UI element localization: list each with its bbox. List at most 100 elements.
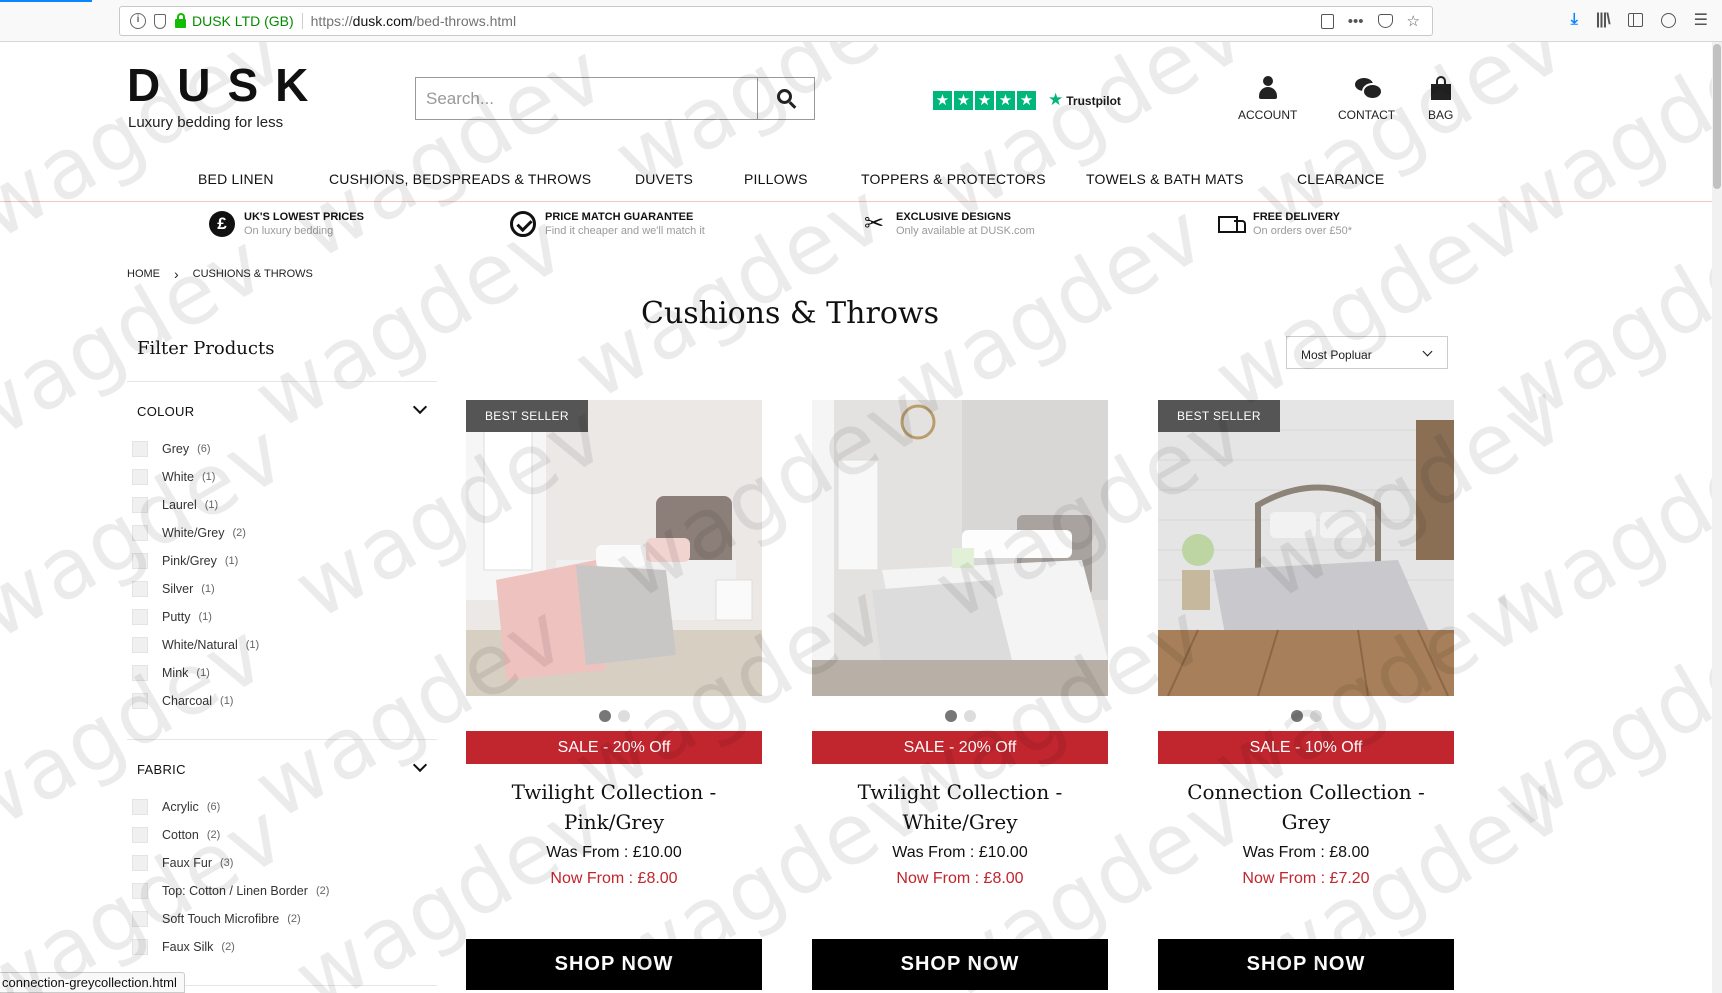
- product-name[interactable]: Connection Collection - Grey: [1158, 777, 1454, 837]
- filter-option-mink[interactable]: Mink (1): [132, 659, 259, 687]
- menu-icon[interactable]: ☰: [1694, 10, 1708, 30]
- shop-now-button[interactable]: SHOP NOW: [812, 939, 1108, 990]
- checkbox[interactable]: [132, 911, 148, 927]
- filter-option-cotton-linen-border[interactable]: Top: Cotton / Linen Border (2): [132, 877, 329, 905]
- user-icon: [1257, 76, 1279, 100]
- option-count: (1): [220, 695, 234, 707]
- checkbox[interactable]: [132, 525, 148, 541]
- nav-towels-bath-mats[interactable]: TOWELS & BATH MATS: [1086, 171, 1244, 187]
- dusk-logo[interactable]: DUSK: [127, 62, 325, 108]
- filter-option-cotton[interactable]: Cotton (2): [132, 821, 329, 849]
- shop-now-button[interactable]: SHOP NOW: [1158, 939, 1454, 990]
- checkbox[interactable]: [132, 441, 148, 457]
- usp-title: FREE DELIVERY: [1253, 211, 1340, 223]
- checkbox[interactable]: [132, 469, 148, 485]
- carousel-dot[interactable]: [1309, 710, 1322, 722]
- option-label: Pink/Grey: [162, 554, 217, 568]
- product-image[interactable]: BEST SELLER: [466, 400, 762, 696]
- tagline: Luxury bedding for less: [128, 114, 284, 131]
- filter-option-soft-touch-microfibre[interactable]: Soft Touch Microfibre (2): [132, 905, 329, 933]
- reader-view-icon[interactable]: [1320, 13, 1334, 29]
- nav-duvets[interactable]: DUVETS: [635, 171, 693, 187]
- usp-title: UK'S LOWEST PRICES: [244, 211, 364, 223]
- browser-toolbar: i DUSK LTD (GB) https://dusk.com/bed-thr…: [0, 0, 1722, 42]
- filter-option-pink-grey[interactable]: Pink/Grey (1): [132, 547, 259, 575]
- product-image[interactable]: [812, 400, 1108, 696]
- checkbox[interactable]: [132, 497, 148, 513]
- url-text[interactable]: https://dusk.com/bed-throws.html: [311, 13, 1321, 29]
- checkbox[interactable]: [132, 827, 148, 843]
- filter-option-white-natural[interactable]: White/Natural (1): [132, 631, 259, 659]
- shop-now-button[interactable]: SHOP NOW: [466, 939, 762, 990]
- product-image[interactable]: BEST SELLER: [1158, 400, 1454, 696]
- filter-option-charcoal[interactable]: Charcoal (1): [132, 687, 259, 715]
- nav-pillows[interactable]: PILLOWS: [744, 171, 808, 187]
- search-input[interactable]: [416, 78, 757, 119]
- option-label: Top: Cotton / Linen Border: [162, 884, 308, 898]
- best-seller-badge: BEST SELLER: [466, 400, 588, 432]
- carousel-dot[interactable]: [1290, 710, 1303, 722]
- download-icon[interactable]: ⤓: [1571, 11, 1578, 29]
- bedroom-photo: [812, 400, 1108, 696]
- checkbox[interactable]: [132, 553, 148, 569]
- library-icon[interactable]: |||\: [1596, 11, 1611, 29]
- sidebar-icon[interactable]: [1627, 13, 1643, 27]
- carousel-dot[interactable]: [617, 710, 630, 722]
- checkbox[interactable]: [132, 693, 148, 709]
- filter-option-white[interactable]: White (1): [132, 463, 259, 491]
- carousel-dot[interactable]: [598, 710, 611, 722]
- facet-fabric-header[interactable]: FABRIC: [137, 757, 428, 777]
- checkbox[interactable]: [132, 939, 148, 955]
- page-actions-icon[interactable]: •••: [1348, 13, 1364, 30]
- pocket-icon[interactable]: [1377, 14, 1393, 28]
- nav-bed-linen[interactable]: BED LINEN: [198, 171, 274, 187]
- tracking-shield-icon[interactable]: [154, 13, 166, 29]
- bookmark-star-icon[interactable]: ☆: [1407, 12, 1420, 30]
- contact-link[interactable]: CONTACT: [1338, 76, 1395, 122]
- nav-toppers-protectors[interactable]: TOPPERS & PROTECTORS: [861, 171, 1046, 187]
- best-seller-badge: BEST SELLER: [1158, 400, 1280, 432]
- bag-link[interactable]: BAG: [1428, 76, 1453, 122]
- product-name[interactable]: Twilight Collection - Pink/Grey: [466, 777, 762, 837]
- checkbox[interactable]: [132, 581, 148, 597]
- sort-dropdown[interactable]: Most Popluar: [1286, 336, 1448, 369]
- checkbox[interactable]: [132, 665, 148, 681]
- account-link[interactable]: ACCOUNT: [1238, 76, 1297, 122]
- carousel-dot[interactable]: [944, 710, 957, 722]
- filter-option-grey[interactable]: Grey (6): [132, 435, 259, 463]
- usp-price-match: PRICE MATCH GUARANTEE Find it cheaper and…: [510, 210, 705, 238]
- filter-option-laurel[interactable]: Laurel (1): [132, 491, 259, 519]
- address-bar[interactable]: i DUSK LTD (GB) https://dusk.com/bed-thr…: [119, 6, 1433, 36]
- firefox-account-icon[interactable]: [1660, 12, 1676, 28]
- breadcrumb-home[interactable]: HOME: [127, 268, 160, 280]
- image-carousel-dots: [466, 710, 762, 722]
- facet-colour-header[interactable]: COLOUR: [137, 399, 428, 419]
- filter-option-acrylic[interactable]: Acrylic (6): [132, 793, 329, 821]
- image-carousel-dots: [1158, 710, 1454, 722]
- filter-option-faux-silk[interactable]: Faux Silk (2): [132, 933, 329, 961]
- checkbox[interactable]: [132, 855, 148, 871]
- search-button[interactable]: [757, 78, 814, 119]
- checkbox[interactable]: [132, 637, 148, 653]
- star-icon: ★: [933, 90, 952, 110]
- page-scrollbar-thumb[interactable]: [1713, 44, 1721, 189]
- option-label: Charcoal: [162, 694, 213, 708]
- checkbox[interactable]: [132, 609, 148, 625]
- product-name[interactable]: Twilight Collection - White/Grey: [812, 777, 1108, 837]
- filter-option-silver[interactable]: Silver (1): [132, 575, 259, 603]
- now-price: Now From : £8.00: [550, 870, 678, 887]
- filter-option-faux-fur[interactable]: Faux Fur (3): [132, 849, 329, 877]
- carousel-dot[interactable]: [963, 710, 976, 722]
- lock-icon[interactable]: [175, 13, 186, 28]
- site-identity[interactable]: DUSK LTD (GB): [192, 13, 303, 29]
- filter-option-putty[interactable]: Putty (1): [132, 603, 259, 631]
- scissors-icon: ✂: [863, 210, 885, 237]
- checkbox[interactable]: [132, 799, 148, 815]
- nav-clearance[interactable]: CLEARANCE: [1297, 171, 1384, 187]
- nav-cushions-bedspreads-throws[interactable]: CUSHIONS, BEDSPREADS & THROWS: [329, 171, 591, 187]
- info-icon[interactable]: i: [130, 13, 146, 29]
- filter-option-white-grey[interactable]: White/Grey (2): [132, 519, 259, 547]
- breadcrumb-current[interactable]: CUSHIONS & THROWS: [193, 268, 313, 280]
- checkbox[interactable]: [132, 883, 148, 899]
- trustpilot-rating[interactable]: ★ ★ ★ ★ ★ Trustpilot: [933, 90, 1121, 110]
